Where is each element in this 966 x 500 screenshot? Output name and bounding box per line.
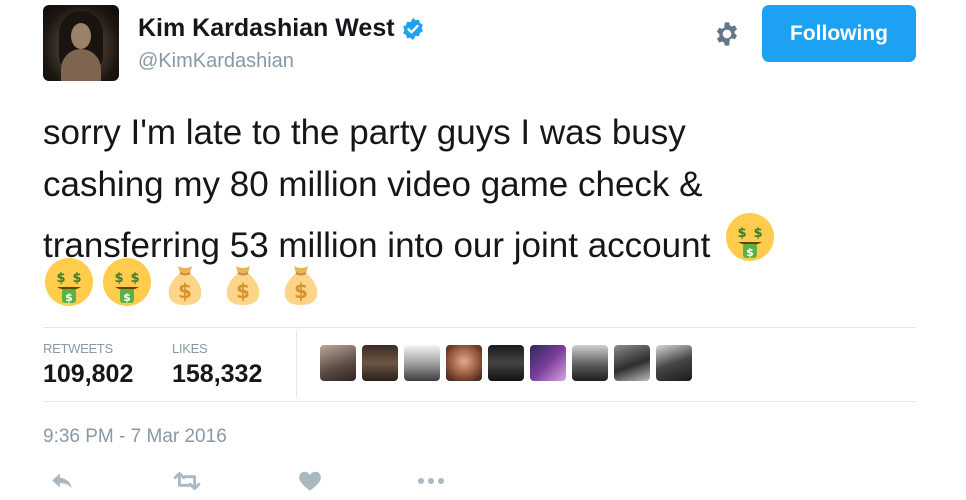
money-mouth-face-icon — [103, 258, 151, 306]
liker-avatar[interactable] — [362, 345, 398, 381]
money-bag-icon — [167, 265, 203, 306]
user-display-name[interactable]: Kim Kardashian West — [138, 14, 395, 43]
liker-avatar[interactable] — [572, 345, 608, 381]
following-button[interactable]: Following — [762, 5, 916, 62]
stats-bottom-divider — [43, 401, 916, 402]
profile-avatar[interactable] — [43, 5, 119, 81]
avatar-face — [71, 23, 91, 49]
money-bag-icon — [225, 265, 261, 306]
like-heart-icon[interactable] — [297, 468, 323, 494]
tweet-text: sorry I'm late to the party guys I was b… — [43, 107, 913, 272]
money-bag-icon — [283, 265, 319, 306]
likes-label: LIKES — [172, 341, 208, 356]
retweet-icon[interactable] — [171, 468, 203, 494]
reply-icon[interactable] — [49, 468, 75, 494]
avatar-body — [61, 49, 101, 81]
liker-avatar[interactable] — [446, 345, 482, 381]
stats-vertical-divider — [296, 330, 297, 398]
user-handle[interactable]: @KimKardashian — [138, 50, 294, 73]
emoji-row — [43, 256, 327, 308]
liker-avatar[interactable] — [320, 345, 356, 381]
tweet-text-line: sorry I'm late to the party guys I was b… — [43, 113, 686, 152]
liker-avatar[interactable] — [404, 345, 440, 381]
retweets-count: 109,802 — [43, 360, 134, 388]
verified-badge-icon — [402, 17, 423, 40]
money-mouth-face-icon — [726, 213, 775, 261]
retweets-label: RETWEETS — [43, 341, 113, 356]
tweet-text-line: cashing my 80 million video game check & — [43, 165, 703, 204]
retweets-stat[interactable]: RETWEETS 109,802 — [43, 341, 133, 389]
stats-top-divider — [43, 327, 916, 328]
liker-avatar[interactable] — [614, 345, 650, 381]
more-options-icon[interactable] — [417, 476, 445, 486]
money-mouth-face-icon — [45, 258, 93, 306]
liker-avatar[interactable] — [530, 345, 566, 381]
user-name-row: Kim Kardashian West — [138, 14, 425, 43]
likes-count: 158,332 — [172, 360, 263, 388]
liker-avatar[interactable] — [656, 345, 692, 381]
liker-avatar[interactable] — [488, 345, 524, 381]
gear-icon[interactable] — [713, 20, 741, 48]
tweet-timestamp[interactable]: 9:36 PM - 7 Mar 2016 — [43, 426, 227, 448]
likes-stat[interactable]: LIKES 158,332 — [172, 341, 262, 389]
liker-avatars — [320, 345, 692, 381]
